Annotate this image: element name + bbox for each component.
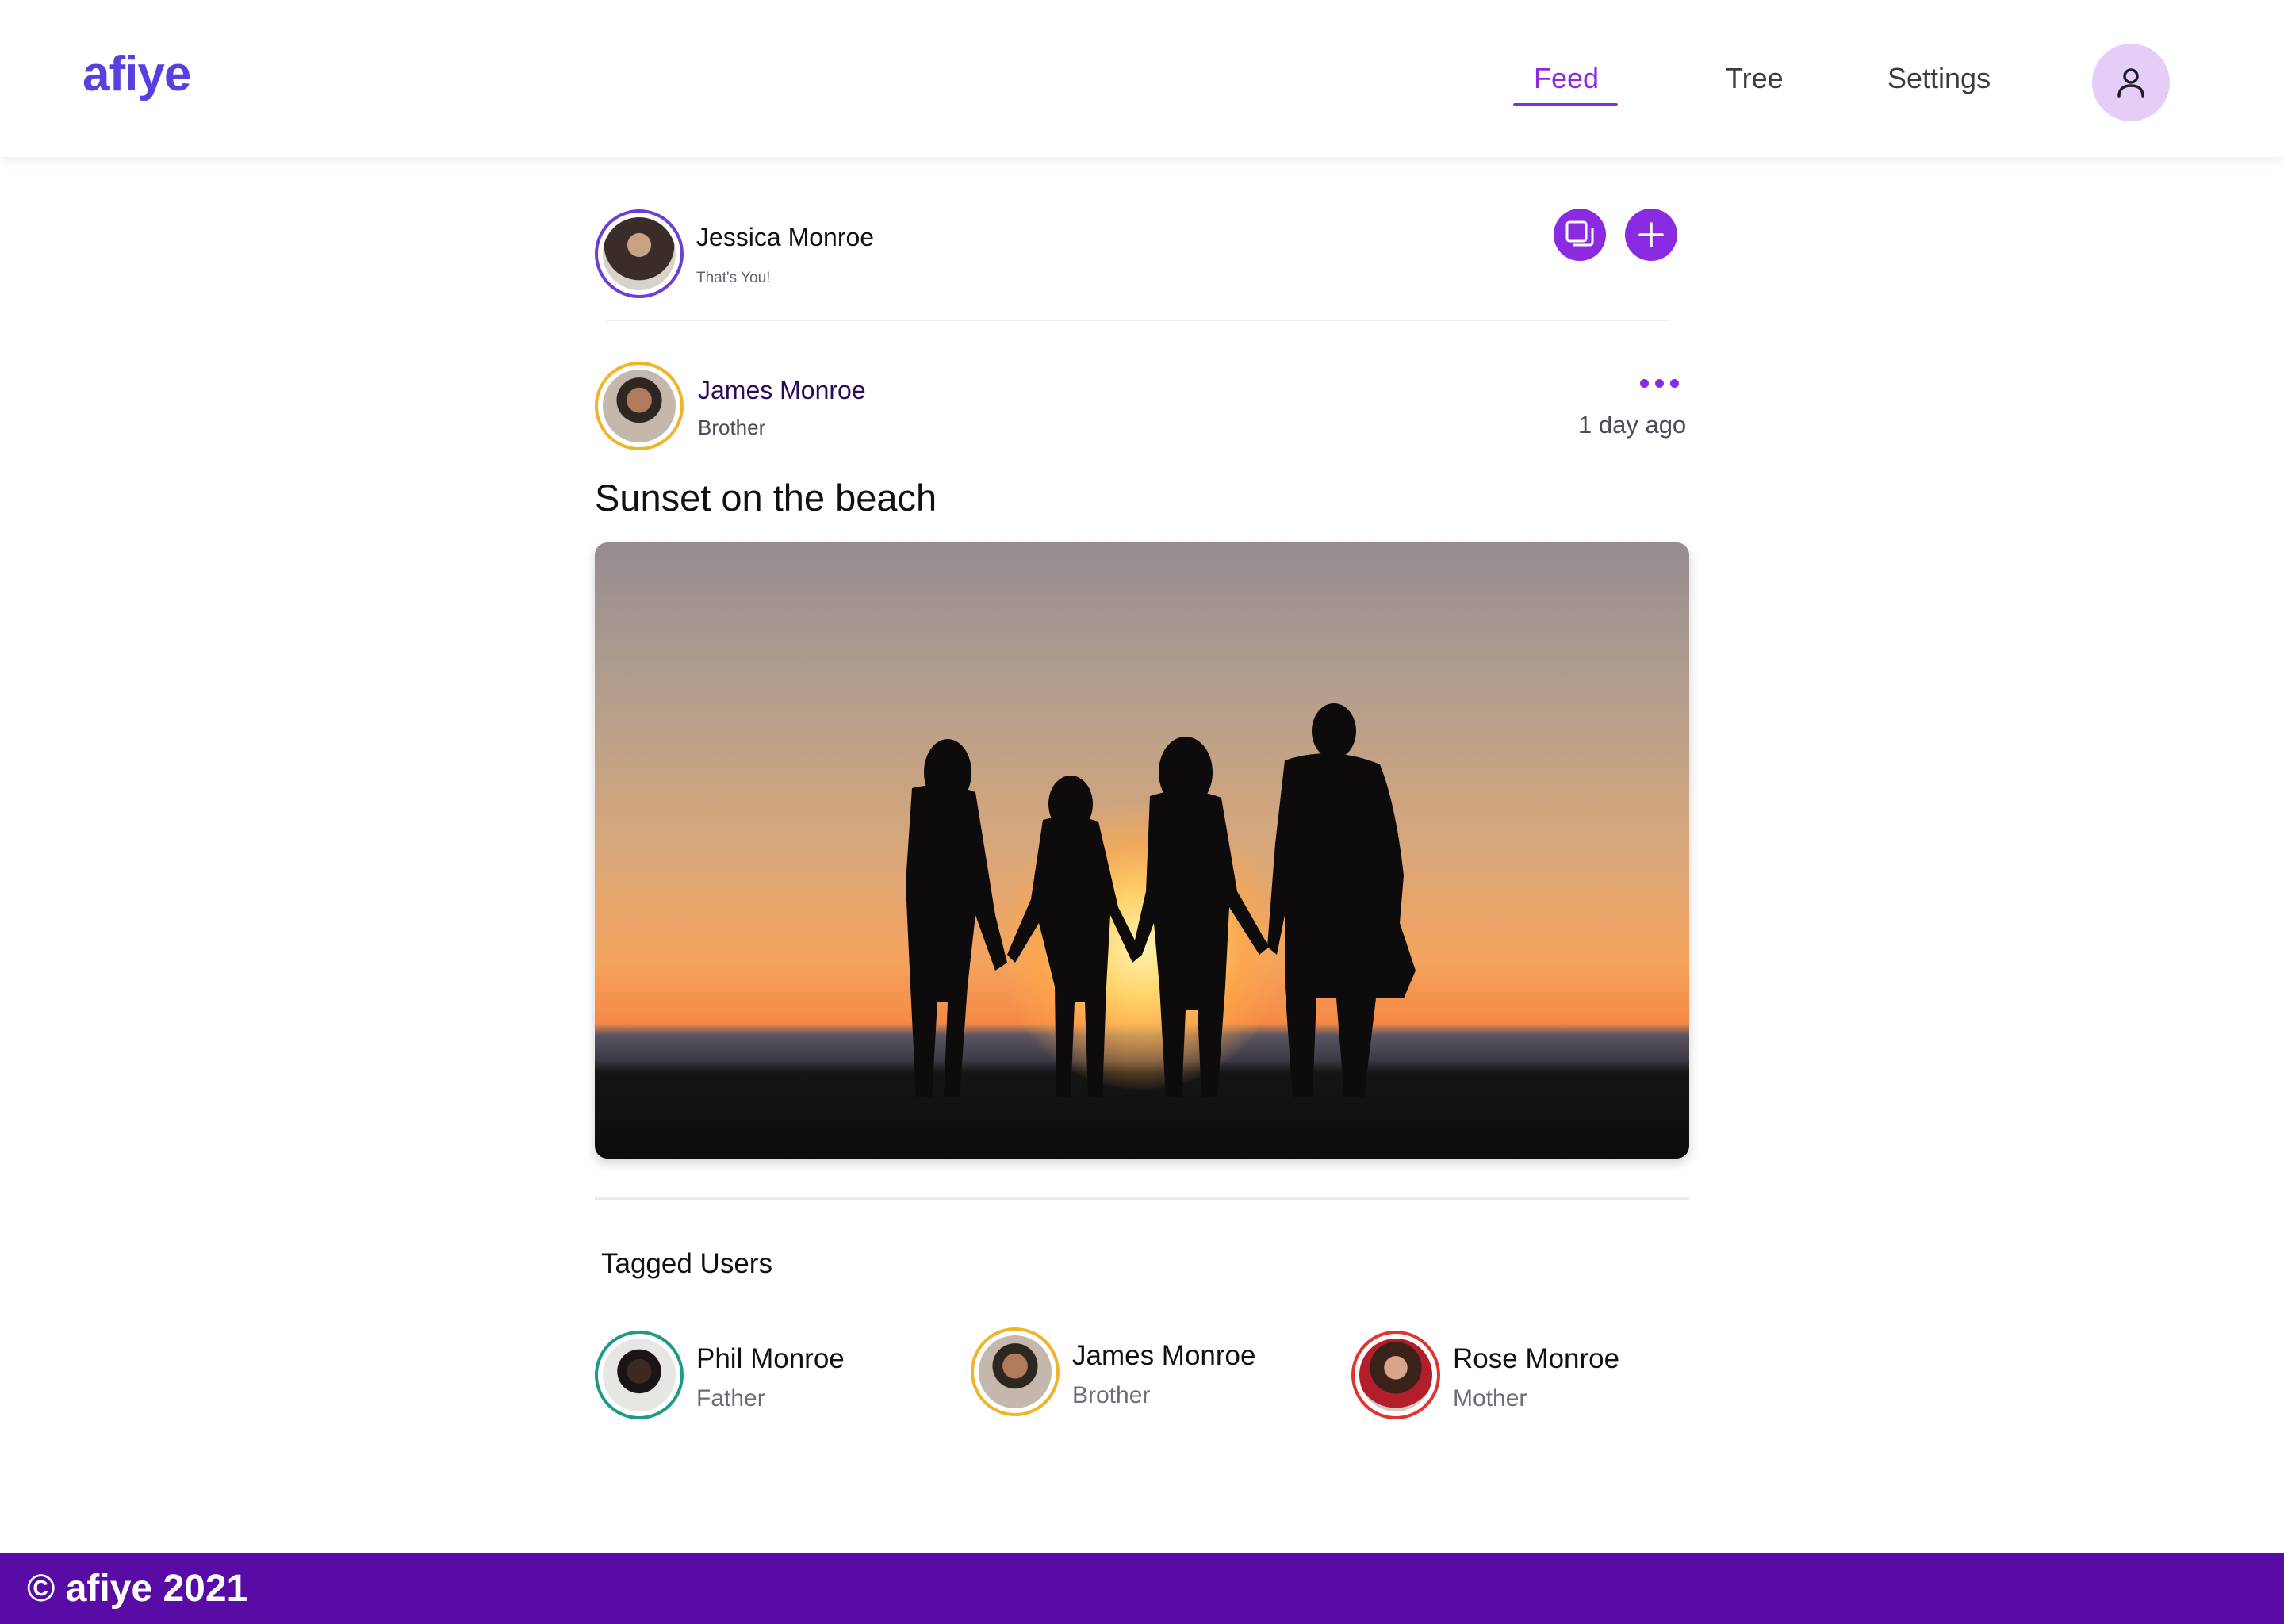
tagged-user-name[interactable]: James Monroe <box>1072 1340 1255 1372</box>
post-timestamp: 1 day ago <box>1578 411 1687 439</box>
post-photo[interactable] <box>595 542 1689 1159</box>
footer-copyright: © afiye 2021 <box>27 1568 248 1610</box>
tagged-user-relation: Mother <box>1453 1385 1527 1411</box>
top-nav-bar: afiye Feed Tree Settings <box>0 0 2284 157</box>
tagged-user-name[interactable]: Rose Monroe <box>1453 1343 1619 1375</box>
tagged-user-avatar[interactable] <box>595 1331 684 1419</box>
tagged-users-heading: Tagged Users <box>601 1248 772 1279</box>
user-icon <box>2117 68 2144 98</box>
tagged-user-relation: Brother <box>1072 1382 1151 1408</box>
current-user-subtitle: That's You! <box>696 270 771 286</box>
tagged-user-name[interactable]: Phil Monroe <box>696 1343 845 1375</box>
tagged-user-relation: Father <box>696 1385 765 1411</box>
post-author-relation: Brother <box>698 416 766 439</box>
nav-item-settings[interactable]: Settings <box>1887 62 1991 95</box>
gallery-icon <box>1565 220 1594 247</box>
add-post-button[interactable] <box>1625 209 1677 261</box>
profile-button[interactable] <box>2092 44 2170 121</box>
gallery-button[interactable] <box>1554 209 1606 261</box>
divider <box>606 320 1669 321</box>
family-silhouette <box>906 703 1416 1097</box>
app-logo[interactable]: afiye <box>82 46 191 102</box>
post-author-name[interactable]: James Monroe <box>698 376 866 405</box>
tagged-user-avatar[interactable] <box>1351 1331 1440 1419</box>
post-title: Sunset on the beach <box>595 477 937 519</box>
more-dots-icon[interactable] <box>1640 379 1679 388</box>
tagged-user-avatar[interactable] <box>971 1327 1060 1416</box>
current-user-avatar[interactable] <box>595 209 684 298</box>
nav-active-indicator <box>1513 103 1618 106</box>
post-divider <box>595 1197 1689 1200</box>
post-author-avatar[interactable] <box>595 362 684 450</box>
plus-icon <box>1638 222 1664 247</box>
nav-item-feed[interactable]: Feed <box>1534 62 1599 95</box>
current-user-name: Jessica Monroe <box>696 223 875 251</box>
footer: © afiye 2021 <box>0 1553 2284 1624</box>
nav-item-tree[interactable]: Tree <box>1726 62 1784 95</box>
